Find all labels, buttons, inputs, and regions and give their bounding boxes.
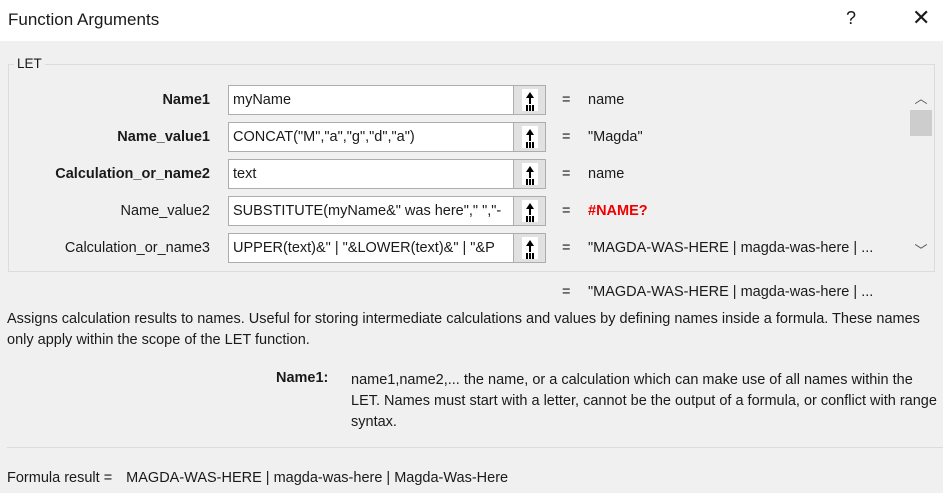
title-bar: Function Arguments ? ✕: [0, 0, 943, 41]
close-button[interactable]: ✕: [912, 5, 930, 31]
function-result-equals: =: [562, 284, 571, 300]
argument-help-text: name1,name2,... the name, or a calculati…: [351, 372, 937, 430]
argument-row: Calculation_or_name2 text = name: [0, 159, 900, 189]
function-description: Assigns calculation results to names. Us…: [7, 311, 920, 348]
equals-sign: =: [562, 92, 571, 108]
formula-result-label: Formula result =: [7, 470, 113, 486]
collapse-dialog-button[interactable]: [513, 234, 545, 262]
argument-label: Name_value1: [117, 129, 210, 145]
argument-result: "Magda": [588, 129, 643, 145]
range-select-icon: [521, 163, 538, 185]
collapse-dialog-button[interactable]: [513, 197, 545, 225]
argument-input[interactable]: myName: [228, 85, 546, 115]
argument-row: Name_value1 CONCAT("M","a","g","d","a") …: [0, 122, 900, 152]
argument-row: Name_value2 SUBSTITUTE(myName&" was here…: [0, 196, 900, 226]
function-result: "MAGDA-WAS-HERE | magda-was-here | ...: [588, 284, 874, 300]
argument-value[interactable]: SUBSTITUTE(myName&" was here"," ","-: [229, 197, 513, 225]
argument-input[interactable]: text: [228, 159, 546, 189]
formula-result-value: MAGDA-WAS-HERE | magda-was-here | Magda-…: [126, 470, 509, 486]
argument-input[interactable]: SUBSTITUTE(myName&" was here"," ","-: [228, 196, 546, 226]
argument-value[interactable]: text: [229, 160, 513, 188]
collapse-dialog-button[interactable]: [513, 86, 545, 114]
argument-row: Calculation_or_name3 UPPER(text)&" | "&L…: [0, 233, 900, 263]
collapse-dialog-button[interactable]: [513, 160, 545, 188]
range-select-icon: [521, 237, 538, 259]
argument-result: #NAME?: [588, 203, 648, 219]
argument-input[interactable]: CONCAT("M","a","g","d","a"): [228, 122, 546, 152]
function-name-label: LET: [14, 56, 45, 71]
equals-sign: =: [562, 240, 571, 256]
argument-value[interactable]: CONCAT("M","a","g","d","a"): [229, 123, 513, 151]
scroll-up-icon[interactable]: ︿: [908, 88, 934, 108]
argument-result: name: [588, 166, 625, 182]
argument-row: Name1 myName = name: [0, 85, 900, 115]
argument-label: Calculation_or_name2: [55, 166, 210, 182]
range-select-icon: [521, 89, 538, 111]
scroll-thumb[interactable]: [910, 110, 932, 136]
equals-sign: =: [562, 166, 571, 182]
collapse-dialog-button[interactable]: [513, 123, 545, 151]
scroll-down-icon[interactable]: ﹀: [908, 240, 934, 260]
equals-sign: =: [562, 129, 571, 145]
argument-label: Calculation_or_name3: [64, 240, 210, 256]
argument-label: Name1: [162, 92, 210, 108]
argument-label: Name_value2: [120, 203, 210, 219]
argument-result: name: [588, 92, 625, 108]
argument-value[interactable]: myName: [229, 86, 513, 114]
arguments-scrollbar[interactable]: ︿ ﹀: [908, 86, 934, 262]
dialog-title: Function Arguments: [8, 10, 160, 29]
argument-input[interactable]: UPPER(text)&" | "&LOWER(text)&" | "&P: [228, 233, 546, 263]
equals-sign: =: [562, 203, 571, 219]
range-select-icon: [521, 126, 538, 148]
argument-value[interactable]: UPPER(text)&" | "&LOWER(text)&" | "&P: [229, 234, 513, 262]
argument-help-name: Name1:: [276, 370, 329, 386]
divider: [7, 447, 943, 448]
argument-result: "MAGDA-WAS-HERE | magda-was-here | ...: [588, 240, 874, 256]
range-select-icon: [521, 200, 538, 222]
formula-result: Formula result = MAGDA-WAS-HERE | magda-w…: [7, 470, 508, 486]
help-button[interactable]: ?: [846, 8, 856, 29]
